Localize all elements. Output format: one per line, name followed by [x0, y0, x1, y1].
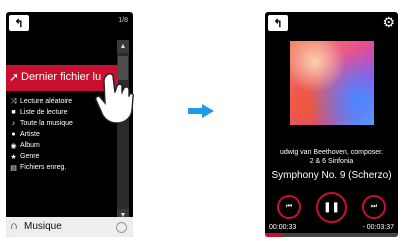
menu-item-label: Album — [20, 142, 40, 149]
bottom-bar: ∩ Musique — [6, 217, 133, 237]
menu-item-genre[interactable]: ★ Genre — [9, 151, 117, 162]
progress-bar[interactable] — [265, 233, 398, 237]
menu-item-label: Toute la musique — [20, 120, 73, 127]
scroll-up-icon[interactable]: ▲ — [117, 40, 129, 53]
menu-item-label: Genre — [20, 153, 40, 160]
album-art — [290, 41, 374, 125]
top-bar: ↰ 1/8 — [6, 12, 133, 46]
menu-item-label: Lecture aléatoire — [20, 98, 73, 105]
menu-item-recorded-files[interactable]: ▤ Fichiers enreg. — [9, 162, 117, 173]
menu-screen: ↰ 1/8 ▲ ▼ ➚ Dernier fichier lu ⤨ Lecture… — [6, 12, 133, 237]
progress-fill — [265, 233, 283, 237]
folder-icon: ▤ — [10, 164, 17, 172]
artist-line: udwig van Beethoven, composer. — [279, 149, 384, 156]
shuffle-icon: ⤨ — [10, 97, 17, 105]
music-note-icon: ♪ — [11, 120, 16, 127]
pause-button[interactable]: ❚❚ — [316, 192, 347, 223]
back-button[interactable]: ↰ — [9, 15, 29, 31]
artist-icon: ● — [11, 131, 16, 138]
transition-arrow-icon — [188, 104, 214, 118]
menu-item-label: Fichiers enreg. — [20, 164, 67, 171]
album-icon: ◉ — [10, 142, 17, 150]
now-playing-screen: ↰ ⚙ udwig van Beethoven, composer. 2 & 6… — [265, 12, 398, 237]
menu-item-label: Liste de lecture — [20, 109, 68, 116]
hand-pointer-icon — [95, 73, 134, 124]
star-icon: ★ — [10, 153, 17, 161]
menu-item-artist[interactable]: ● Artiste — [9, 129, 117, 140]
remaining-time: - 00:03:37 — [362, 224, 394, 231]
arrow-icon: ➚ — [9, 70, 20, 84]
menu-item-label: Dernier fichier lu — [21, 71, 102, 83]
headphones-icon: ∩ — [10, 220, 18, 232]
circle-icon — [116, 222, 127, 233]
previous-icon: ⏮ — [285, 203, 293, 210]
menu-item-album[interactable]: ◉ Album — [9, 140, 117, 151]
previous-button[interactable]: ⏮ — [277, 195, 301, 219]
album-line: 2 & 6 Sinfonia — [309, 158, 354, 165]
pause-icon: ❚❚ — [323, 202, 340, 213]
bottom-bar-label: Musique — [24, 221, 62, 232]
playlist-icon: ■ — [11, 109, 16, 116]
menu-item-label: Artiste — [20, 131, 40, 138]
track-title: Symphony No. 9 (Scherzo) — [271, 170, 392, 181]
scrollbar[interactable]: ▲ ▼ — [117, 40, 129, 222]
next-icon: ⏭ — [370, 203, 378, 210]
artist-info: udwig van Beethoven, composer. 2 & 6 Sin… — [265, 148, 398, 166]
next-button[interactable]: ⏭ — [362, 195, 386, 219]
back-button[interactable]: ↰ — [268, 15, 288, 31]
page-indicator: 1/8 — [118, 17, 128, 24]
elapsed-time: 00:00:33 — [269, 224, 297, 231]
gear-icon[interactable]: ⚙ — [382, 14, 395, 31]
